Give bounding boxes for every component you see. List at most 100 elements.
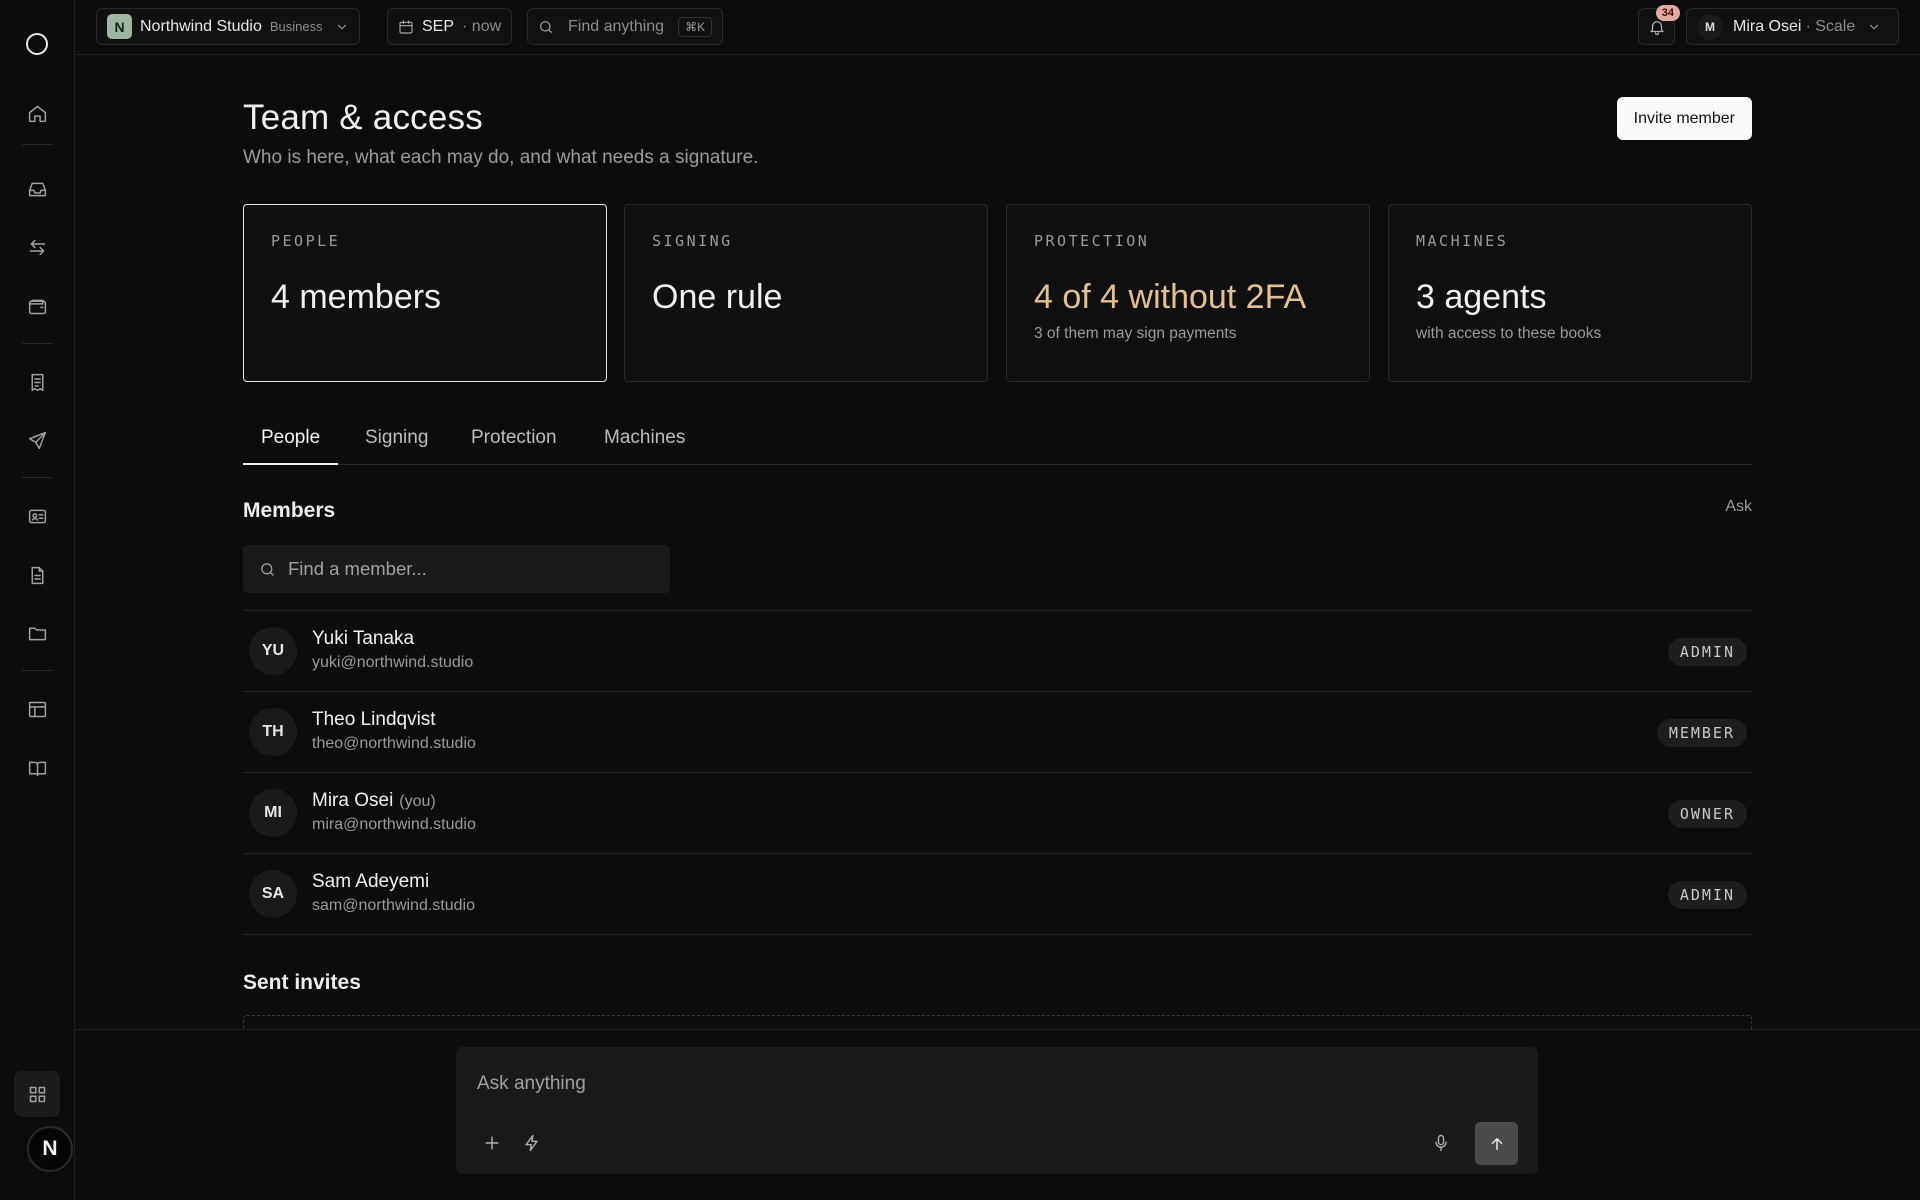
rail-divider [22, 477, 53, 478]
period-label: SEP [422, 17, 455, 35]
ask-input[interactable] [477, 1073, 1377, 1095]
member-row[interactable]: TH Theo Lindqvist theo@northwind.studio … [243, 692, 1752, 773]
period-selector[interactable]: SEP · now [387, 8, 513, 45]
avatar: YU [249, 627, 297, 675]
user-plan: · Scale [1805, 17, 1856, 35]
card-value: 3 agents [1416, 278, 1547, 316]
left-rail: N [0, 0, 75, 1200]
rail-divider [22, 670, 53, 671]
card-key: PROTECTION [1034, 232, 1150, 250]
card-signing[interactable]: SIGNING One rule [624, 204, 988, 382]
folder-icon[interactable] [14, 610, 60, 656]
send-icon[interactable] [14, 417, 60, 463]
rail-divider [22, 343, 53, 344]
role-badge[interactable]: OWNER [1667, 800, 1747, 828]
top-bar: N Northwind Studio Business SEP · now Fi… [75, 0, 1920, 55]
role-badge[interactable]: ADMIN [1667, 638, 1747, 666]
tab-signing[interactable]: Signing [347, 417, 446, 465]
tab-bar: People Signing Protection Machines [243, 417, 1752, 465]
card-key: MACHINES [1416, 232, 1509, 250]
workspace-name: Northwind Studio [140, 17, 262, 35]
workspace-plan: Business [269, 19, 323, 34]
card-sub: with access to these books [1416, 325, 1602, 342]
member-name-line: Sam Adeyemi [312, 871, 435, 893]
card-people[interactable]: PEOPLE 4 members [243, 204, 607, 382]
tab-protection[interactable]: Protection [453, 417, 575, 465]
apps-grid-icon[interactable] [14, 1071, 60, 1117]
global-search[interactable]: Find anything ⌘K [527, 8, 724, 45]
member-search-input[interactable] [288, 558, 648, 580]
member-email: theo@northwind.studio [312, 735, 476, 752]
avatar: TH [249, 708, 297, 756]
wallet-icon[interactable] [14, 283, 60, 329]
search-shortcut: ⌘K [678, 16, 713, 37]
role-badge[interactable]: ADMIN [1667, 881, 1747, 909]
card-value: 4 of 4 without 2FA [1034, 278, 1307, 316]
member-email: sam@northwind.studio [312, 897, 475, 914]
member-row[interactable]: YU Yuki Tanaka yuki@northwind.studio ADM… [243, 611, 1752, 692]
member-name: Theo Lindqvist [312, 709, 436, 730]
card-value: One rule [652, 278, 783, 316]
workspace-mark: N [107, 14, 132, 39]
member-name-line: Yuki Tanaka [312, 628, 420, 650]
inbox-icon[interactable] [14, 166, 60, 212]
ask-area [75, 1029, 1920, 1200]
workspace-switcher[interactable]: N Northwind Studio Business [96, 8, 360, 45]
member-email: mira@northwind.studio [312, 816, 476, 833]
card-value: 4 members [271, 278, 442, 316]
member-email: yuki@northwind.studio [312, 654, 474, 671]
receipt-icon[interactable] [14, 359, 60, 405]
tab-people[interactable]: People [243, 417, 339, 465]
ask-link[interactable]: Ask [1725, 498, 1752, 516]
card-sub: 3 of them may sign payments [1034, 325, 1237, 342]
invite-member-button[interactable]: Invite member [1616, 97, 1752, 140]
avatar: M [1697, 13, 1723, 40]
summary-cards: PEOPLE 4 members SIGNING One rule PROTEC… [243, 204, 1752, 382]
user-menu[interactable]: M Mira Osei · Scale [1686, 8, 1899, 45]
sent-invites-heading: Sent invites [243, 971, 361, 994]
chevron-down-icon [337, 24, 346, 29]
search-icon [540, 20, 552, 33]
member-name: Sam Adeyemi [312, 871, 430, 892]
user-name: Mira Osei [1733, 17, 1802, 35]
card-key: SIGNING [652, 232, 733, 250]
home-icon[interactable] [14, 90, 60, 136]
avatar: SA [249, 870, 297, 918]
ask-box [456, 1047, 1538, 1174]
period-suffix: · now [462, 17, 502, 35]
calendar-icon [399, 19, 413, 34]
member-name-line: Mira Osei (you) [312, 790, 436, 812]
members-list: YU Yuki Tanaka yuki@northwind.studio ADM… [243, 610, 1752, 935]
tab-machines[interactable]: Machines [586, 417, 703, 465]
contact-card-icon[interactable] [14, 493, 60, 539]
notifications-button[interactable]: 34 [1638, 5, 1680, 45]
member-search [243, 545, 670, 593]
page-title: Team & access [243, 98, 483, 137]
member-row[interactable]: SA Sam Adeyemi sam@northwind.studio ADMI… [243, 854, 1752, 935]
send-button[interactable] [1475, 1122, 1518, 1165]
avatar: MI [249, 789, 297, 837]
microphone-icon[interactable] [1425, 1127, 1457, 1159]
rail-divider [22, 144, 53, 145]
table-icon[interactable] [14, 686, 60, 732]
notification-count: 34 [1655, 5, 1680, 21]
card-protection[interactable]: PROTECTION 4 of 4 without 2FA 3 of them … [1006, 204, 1370, 382]
book-icon[interactable] [14, 745, 60, 791]
chevron-down-icon [1870, 24, 1879, 29]
plus-icon[interactable] [476, 1127, 508, 1159]
logo-icon[interactable] [26, 33, 48, 55]
page-subtitle: Who is here, what each may do, and what … [243, 147, 759, 168]
card-machines[interactable]: MACHINES 3 agents with access to these b… [1388, 204, 1752, 382]
assistant-badge[interactable]: N [27, 1126, 73, 1172]
lightning-icon[interactable] [516, 1127, 548, 1159]
transfer-icon[interactable] [14, 224, 60, 270]
member-row[interactable]: MI Mira Osei (you) mira@northwind.studio … [243, 773, 1752, 854]
members-heading: Members [243, 499, 336, 522]
global-search-placeholder: Find anything [568, 17, 665, 35]
member-you: (you) [399, 793, 436, 810]
search-icon [261, 562, 274, 576]
card-key: PEOPLE [271, 232, 341, 250]
member-name-line: Theo Lindqvist [312, 709, 442, 731]
document-icon[interactable] [14, 552, 60, 598]
role-badge[interactable]: MEMBER [1656, 719, 1747, 747]
